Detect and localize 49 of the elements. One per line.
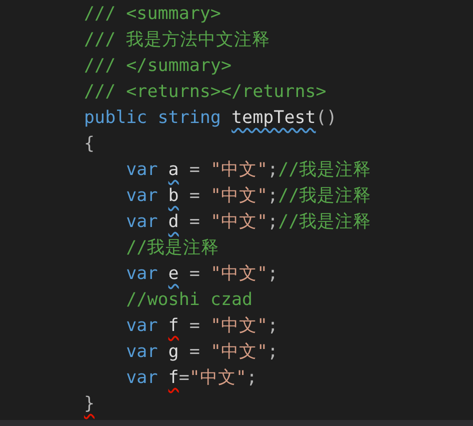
- code-identifier: f: [168, 368, 179, 388]
- code-punctuation: =: [178, 368, 190, 388]
- code-punctuation: =: [188, 186, 201, 206]
- code-identifier: tempTest: [232, 108, 316, 128]
- code-identifier: e: [168, 264, 179, 284]
- code-keyword: var: [125, 316, 159, 336]
- string-literal: "中文": [189, 368, 246, 388]
- string-literal: "中文": [210, 316, 268, 336]
- code-keyword: var: [125, 264, 159, 284]
- code-punctuation: =: [188, 316, 201, 336]
- code-punctuation: }: [84, 394, 95, 414]
- code-punctuation: ;: [268, 160, 278, 180]
- code-identifier: d: [168, 212, 179, 232]
- string-literal: "中文": [210, 212, 268, 232]
- string-literal: "中文": [210, 186, 268, 206]
- code-punctuation: =: [188, 264, 201, 284]
- string-literal: "中文": [210, 264, 268, 284]
- string-literal: "中文": [210, 160, 268, 180]
- code-comment: //woshi czad: [125, 290, 253, 310]
- code-comment: /// </summary>: [84, 56, 232, 76]
- code-identifier: g: [168, 342, 179, 362]
- code-comment: //我是注释: [278, 186, 372, 206]
- code-keyword: var: [125, 342, 159, 362]
- code-keyword: var: [125, 186, 159, 206]
- code-punctuation: =: [188, 160, 201, 180]
- code-punctuation: ;: [268, 264, 278, 284]
- code-punctuation: ;: [268, 316, 278, 336]
- code-punctuation: ;: [268, 342, 278, 362]
- string-literal: "中文": [210, 342, 268, 362]
- code-comment: //我是注释: [278, 212, 372, 232]
- code-comment: //我是注释: [125, 238, 220, 258]
- code-identifier: b: [168, 186, 179, 206]
- code-comment: /// 我是方法中文注释: [84, 30, 270, 50]
- code-punctuation: {: [84, 134, 95, 154]
- code-punctuation: ;: [268, 212, 278, 232]
- code-keyword: var: [125, 212, 159, 232]
- code-punctuation: ;: [268, 186, 278, 206]
- code-identifier: f: [168, 316, 179, 336]
- code-punctuation: ;: [246, 368, 258, 388]
- code-keyword: public string: [84, 108, 222, 128]
- code-comment: /// <summary>: [84, 4, 221, 24]
- code-comment: /// <returns></returns>: [84, 82, 326, 102]
- code-punctuation: =: [188, 342, 201, 362]
- code-keyword: var: [125, 368, 159, 388]
- code-keyword: var: [125, 160, 159, 180]
- code-punctuation: =: [188, 212, 201, 232]
- code-identifier: a: [168, 160, 179, 180]
- code-punctuation: (): [316, 108, 337, 128]
- code-comment: //我是注释: [278, 160, 372, 180]
